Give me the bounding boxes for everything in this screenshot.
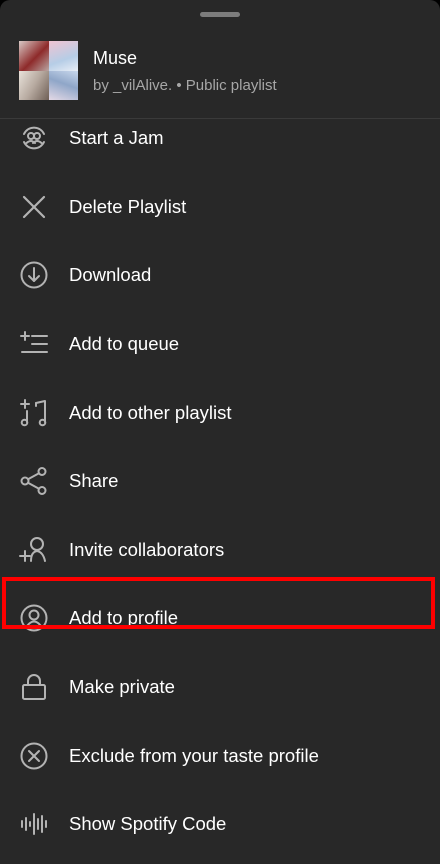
cover-tile [19, 70, 49, 100]
playlist-subtitle: by _vilAlive. • Public playlist [93, 77, 277, 94]
add-user-icon [19, 535, 49, 565]
menu-item-label: Add to queue [69, 333, 180, 355]
menu-item-label: Download [69, 264, 152, 286]
menu-item-download[interactable]: Download [0, 241, 440, 310]
menu-item-label: Make private [69, 676, 175, 698]
share-icon [19, 466, 49, 496]
menu-item-label: Add to other playlist [69, 401, 232, 423]
cover-tile [19, 41, 49, 71]
add-to-playlist-icon [19, 398, 49, 428]
close-icon [19, 192, 49, 222]
drag-handle[interactable] [200, 12, 240, 17]
playlist-title: Muse [93, 48, 138, 68]
profile-icon [19, 603, 49, 633]
menu-item-invite-collaborators[interactable]: Invite collaborators [0, 516, 440, 585]
context-menu: Start a Jam Delete Playlist Download Add… [0, 104, 440, 859]
menu-item-add-to-queue[interactable]: Add to queue [0, 310, 440, 379]
menu-item-label: Delete Playlist [69, 195, 187, 217]
menu-item-label: Exclude from your taste profile [69, 744, 319, 766]
menu-item-label: Share [69, 470, 119, 492]
cover-tile [48, 70, 78, 100]
jam-icon [19, 123, 49, 153]
spotify-code-icon [19, 809, 49, 839]
menu-item-label: Add to profile [69, 607, 179, 629]
download-icon [19, 260, 49, 290]
menu-item-exclude-taste-profile[interactable]: Exclude from your taste profile [0, 721, 440, 790]
menu-item-share[interactable]: Share [0, 447, 440, 516]
menu-item-label: Show Spotify Code [69, 813, 227, 835]
playlist-cover [19, 41, 78, 100]
menu-item-add-to-other-playlist[interactable]: Add to other playlist [0, 378, 440, 447]
add-to-queue-icon [19, 329, 49, 359]
menu-item-make-private[interactable]: Make private [0, 653, 440, 722]
exclude-icon [19, 741, 49, 771]
bottom-sheet: Muse by _vilAlive. • Public playlist Sta… [0, 0, 440, 864]
cover-tile [48, 41, 78, 71]
menu-item-start-jam[interactable]: Start a Jam [0, 104, 440, 173]
menu-item-label: Start a Jam [69, 127, 164, 149]
lock-icon [19, 672, 49, 702]
menu-item-add-to-profile[interactable]: Add to profile [0, 584, 440, 653]
menu-item-delete-playlist[interactable]: Delete Playlist [0, 173, 440, 242]
menu-item-label: Invite collaborators [69, 538, 225, 560]
menu-item-show-spotify-code[interactable]: Show Spotify Code [0, 790, 440, 859]
